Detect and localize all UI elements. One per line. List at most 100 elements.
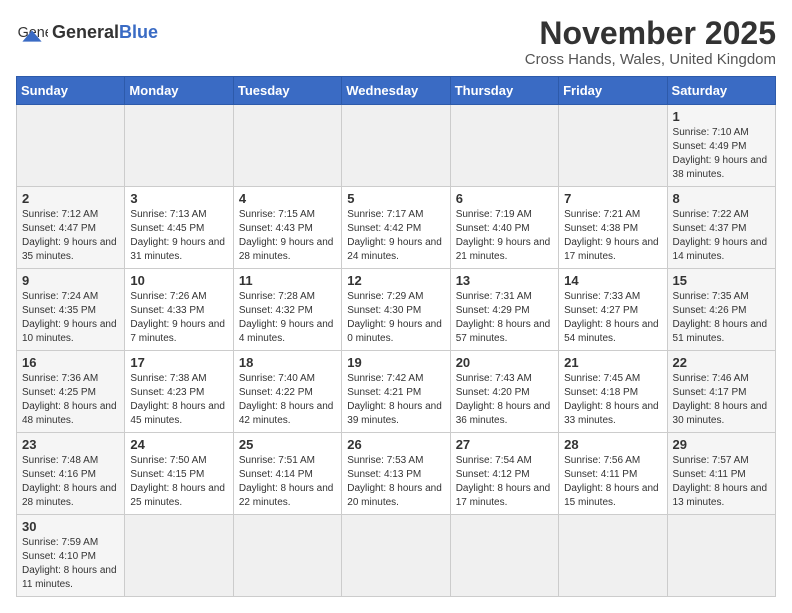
day-info: Sunrise: 7:43 AMSunset: 4:20 PMDaylight:… xyxy=(456,372,553,428)
calendar-week-4: 16 Sunrise: 7:36 AMSunset: 4:25 PMDayligh… xyxy=(17,351,776,433)
header: General GeneralBlue November 2025 Cross … xyxy=(16,16,776,68)
day-info: Sunrise: 7:57 AMSunset: 4:11 PMDaylight:… xyxy=(673,454,770,510)
day-info: Sunrise: 7:10 AMSunset: 4:49 PMDaylight:… xyxy=(673,126,770,182)
calendar-cell xyxy=(17,105,125,187)
day-info: Sunrise: 7:13 AMSunset: 4:45 PMDaylight:… xyxy=(130,208,227,264)
day-number: 27 xyxy=(456,437,553,452)
calendar-cell: 3 Sunrise: 7:13 AMSunset: 4:45 PMDaylight… xyxy=(125,187,233,269)
calendar-cell: 12Sunrise: 7:29 AMSunset: 4:30 PMDayligh… xyxy=(342,269,450,351)
day-info: Sunrise: 7:56 AMSunset: 4:11 PMDaylight:… xyxy=(564,454,661,510)
day-number: 22 xyxy=(673,355,770,370)
weekday-header-sunday: Sunday xyxy=(17,77,125,105)
weekday-header-row: SundayMondayTuesdayWednesdayThursdayFrid… xyxy=(17,77,776,105)
day-info: Sunrise: 7:59 AMSunset: 4:10 PMDaylight:… xyxy=(22,536,119,592)
day-number: 19 xyxy=(347,355,444,370)
day-info: Sunrise: 7:24 AMSunset: 4:35 PMDaylight:… xyxy=(22,290,119,346)
day-info: Sunrise: 7:36 AMSunset: 4:25 PMDaylight:… xyxy=(22,372,119,428)
calendar-cell: 15 Sunrise: 7:35 AMSunset: 4:26 PMDayligh… xyxy=(667,269,775,351)
day-number: 15 xyxy=(673,273,770,288)
day-number: 9 xyxy=(22,273,119,288)
weekday-header-wednesday: Wednesday xyxy=(342,77,450,105)
logo-text: GeneralBlue xyxy=(52,23,158,41)
calendar-cell: 17Sunrise: 7:38 AMSunset: 4:23 PMDayligh… xyxy=(125,351,233,433)
calendar-cell: 27 Sunrise: 7:54 AMSunset: 4:12 PMDayligh… xyxy=(450,433,558,515)
calendar-week-3: 9 Sunrise: 7:24 AMSunset: 4:35 PMDaylight… xyxy=(17,269,776,351)
day-number: 18 xyxy=(239,355,336,370)
day-number: 10 xyxy=(130,273,227,288)
weekday-header-friday: Friday xyxy=(559,77,667,105)
calendar-body: 1 Sunrise: 7:10 AMSunset: 4:49 PMDaylight… xyxy=(17,105,776,597)
calendar-cell: 22Sunrise: 7:46 AMSunset: 4:17 PMDayligh… xyxy=(667,351,775,433)
day-number: 28 xyxy=(564,437,661,452)
calendar-cell xyxy=(450,105,558,187)
day-number: 26 xyxy=(347,437,444,452)
calendar-week-1: 1 Sunrise: 7:10 AMSunset: 4:49 PMDaylight… xyxy=(17,105,776,187)
calendar-cell: 23 Sunrise: 7:48 AMSunset: 4:16 PMDayligh… xyxy=(17,433,125,515)
day-number: 16 xyxy=(22,355,119,370)
day-number: 21 xyxy=(564,355,661,370)
calendar-cell xyxy=(342,105,450,187)
day-number: 29 xyxy=(673,437,770,452)
calendar-cell: 5Sunrise: 7:17 AMSunset: 4:42 PMDaylight… xyxy=(342,187,450,269)
calendar-week-5: 23 Sunrise: 7:48 AMSunset: 4:16 PMDayligh… xyxy=(17,433,776,515)
calendar-cell: 8Sunrise: 7:22 AMSunset: 4:37 PMDaylight… xyxy=(667,187,775,269)
day-info: Sunrise: 7:28 AMSunset: 4:32 PMDaylight:… xyxy=(239,290,336,346)
calendar-cell: 18 Sunrise: 7:40 AMSunset: 4:22 PMDayligh… xyxy=(233,351,341,433)
day-info: Sunrise: 7:48 AMSunset: 4:16 PMDaylight:… xyxy=(22,454,119,510)
calendar-cell: 9 Sunrise: 7:24 AMSunset: 4:35 PMDaylight… xyxy=(17,269,125,351)
day-number: 3 xyxy=(130,191,227,206)
calendar: SundayMondayTuesdayWednesdayThursdayFrid… xyxy=(16,76,776,597)
day-info: Sunrise: 7:15 AMSunset: 4:43 PMDaylight:… xyxy=(239,208,336,264)
weekday-header-thursday: Thursday xyxy=(450,77,558,105)
day-info: Sunrise: 7:40 AMSunset: 4:22 PMDaylight:… xyxy=(239,372,336,428)
title-area: November 2025 Cross Hands, Wales, United… xyxy=(525,16,776,68)
day-number: 14 xyxy=(564,273,661,288)
day-info: Sunrise: 7:35 AMSunset: 4:26 PMDaylight:… xyxy=(673,290,770,346)
calendar-cell: 24Sunrise: 7:50 AMSunset: 4:15 PMDayligh… xyxy=(125,433,233,515)
calendar-cell: 20 Sunrise: 7:43 AMSunset: 4:20 PMDayligh… xyxy=(450,351,558,433)
logo-icon: General xyxy=(16,16,48,48)
weekday-header-monday: Monday xyxy=(125,77,233,105)
day-number: 6 xyxy=(456,191,553,206)
day-number: 25 xyxy=(239,437,336,452)
calendar-cell: 26 Sunrise: 7:53 AMSunset: 4:13 PMDayligh… xyxy=(342,433,450,515)
day-number: 20 xyxy=(456,355,553,370)
calendar-cell xyxy=(125,105,233,187)
day-number: 24 xyxy=(130,437,227,452)
day-number: 11 xyxy=(239,273,336,288)
calendar-cell: 7Sunrise: 7:21 AMSunset: 4:38 PMDaylight… xyxy=(559,187,667,269)
day-info: Sunrise: 7:54 AMSunset: 4:12 PMDaylight:… xyxy=(456,454,553,510)
calendar-cell xyxy=(233,515,341,597)
calendar-cell: 2Sunrise: 7:12 AMSunset: 4:47 PMDaylight… xyxy=(17,187,125,269)
logo: General GeneralBlue xyxy=(16,16,158,48)
calendar-cell: 14Sunrise: 7:33 AMSunset: 4:27 PMDayligh… xyxy=(559,269,667,351)
day-info: Sunrise: 7:42 AMSunset: 4:21 PMDaylight:… xyxy=(347,372,444,428)
day-info: Sunrise: 7:51 AMSunset: 4:14 PMDaylight:… xyxy=(239,454,336,510)
day-info: Sunrise: 7:12 AMSunset: 4:47 PMDaylight:… xyxy=(22,208,119,264)
day-info: Sunrise: 7:17 AMSunset: 4:42 PMDaylight:… xyxy=(347,208,444,264)
day-number: 13 xyxy=(456,273,553,288)
calendar-cell: 11 Sunrise: 7:28 AMSunset: 4:32 PMDayligh… xyxy=(233,269,341,351)
calendar-cell xyxy=(667,515,775,597)
calendar-cell xyxy=(559,105,667,187)
day-info: Sunrise: 7:31 AMSunset: 4:29 PMDaylight:… xyxy=(456,290,553,346)
calendar-cell xyxy=(342,515,450,597)
day-info: Sunrise: 7:53 AMSunset: 4:13 PMDaylight:… xyxy=(347,454,444,510)
calendar-cell: 4 Sunrise: 7:15 AMSunset: 4:43 PMDaylight… xyxy=(233,187,341,269)
calendar-cell: 1 Sunrise: 7:10 AMSunset: 4:49 PMDaylight… xyxy=(667,105,775,187)
day-info: Sunrise: 7:26 AMSunset: 4:33 PMDaylight:… xyxy=(130,290,227,346)
day-number: 30 xyxy=(22,519,119,534)
calendar-cell xyxy=(125,515,233,597)
day-number: 8 xyxy=(673,191,770,206)
calendar-cell: 16 Sunrise: 7:36 AMSunset: 4:25 PMDayligh… xyxy=(17,351,125,433)
month-title: November 2025 xyxy=(525,16,776,51)
weekday-header-saturday: Saturday xyxy=(667,77,775,105)
calendar-cell: 21Sunrise: 7:45 AMSunset: 4:18 PMDayligh… xyxy=(559,351,667,433)
day-number: 7 xyxy=(564,191,661,206)
day-number: 1 xyxy=(673,109,770,124)
calendar-cell: 10 Sunrise: 7:26 AMSunset: 4:33 PMDayligh… xyxy=(125,269,233,351)
day-number: 23 xyxy=(22,437,119,452)
day-number: 4 xyxy=(239,191,336,206)
calendar-cell: 13 Sunrise: 7:31 AMSunset: 4:29 PMDayligh… xyxy=(450,269,558,351)
weekday-header-tuesday: Tuesday xyxy=(233,77,341,105)
